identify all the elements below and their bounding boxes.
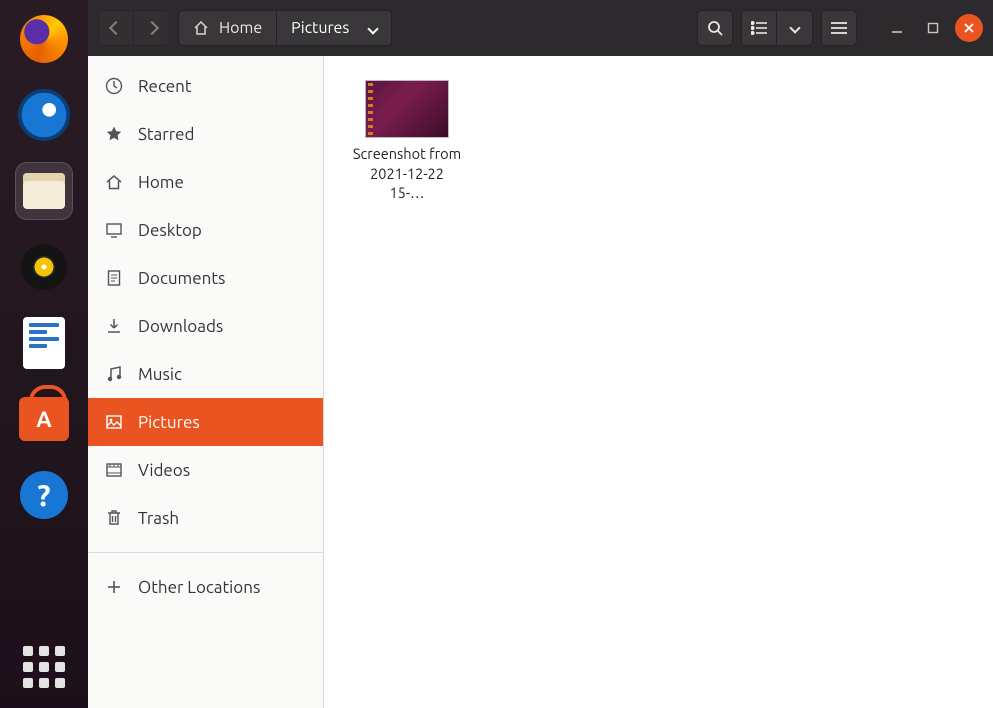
sidebar-item-label: Desktop bbox=[138, 221, 202, 240]
music-icon bbox=[104, 365, 124, 383]
back-button[interactable] bbox=[98, 10, 134, 46]
shopping-bag-icon bbox=[19, 397, 69, 441]
document-icon bbox=[23, 317, 65, 369]
file-item[interactable]: Screenshot from 2021-12-22 15-… bbox=[352, 80, 462, 203]
dock-app-software[interactable] bbox=[15, 390, 73, 448]
breadcrumb-home-label: Home bbox=[219, 19, 262, 37]
star-icon bbox=[104, 125, 124, 143]
sidebar-item-label: Videos bbox=[138, 461, 190, 480]
close-icon bbox=[963, 22, 975, 34]
folder-icon bbox=[23, 173, 65, 209]
sidebar-item-starred[interactable]: Starred bbox=[88, 110, 323, 158]
downloads-icon bbox=[104, 317, 124, 335]
firefox-icon bbox=[20, 15, 68, 63]
sidebar-item-label: Home bbox=[138, 173, 184, 192]
sidebar-item-music[interactable]: Music bbox=[88, 350, 323, 398]
sidebar-item-other-locations[interactable]: Other Locations bbox=[88, 563, 323, 611]
forward-button[interactable] bbox=[134, 10, 170, 46]
sidebar-item-downloads[interactable]: Downloads bbox=[88, 302, 323, 350]
dock-app-files[interactable] bbox=[15, 162, 73, 220]
search-icon bbox=[707, 20, 723, 36]
show-applications-button[interactable] bbox=[23, 646, 65, 688]
question-icon: ? bbox=[20, 471, 68, 519]
videos-icon bbox=[104, 461, 124, 479]
headerbar: Home Pictures bbox=[88, 0, 993, 56]
pictures-icon bbox=[104, 413, 124, 431]
sidebar-item-label: Recent bbox=[138, 77, 192, 96]
chevron-down-icon bbox=[369, 19, 377, 37]
nav-buttons bbox=[98, 10, 170, 46]
dock-app-firefox[interactable] bbox=[15, 10, 73, 68]
speaker-icon bbox=[21, 244, 67, 290]
sidebar-item-recent[interactable]: Recent bbox=[88, 62, 323, 110]
documents-icon bbox=[104, 269, 124, 287]
minimize-icon bbox=[891, 22, 903, 34]
list-icon bbox=[751, 21, 767, 35]
desktop-icon bbox=[104, 221, 124, 239]
sidebar-item-documents[interactable]: Documents bbox=[88, 254, 323, 302]
trash-icon bbox=[104, 509, 124, 527]
breadcrumb-current[interactable]: Pictures bbox=[277, 10, 392, 46]
home-icon bbox=[104, 173, 124, 191]
dock: ? bbox=[0, 0, 88, 708]
thunderbird-icon bbox=[18, 89, 70, 141]
sidebar-item-label: Downloads bbox=[138, 317, 223, 336]
view-mode-buttons bbox=[741, 10, 813, 46]
sidebar-item-desktop[interactable]: Desktop bbox=[88, 206, 323, 254]
sidebar-item-label: Documents bbox=[138, 269, 225, 288]
sidebar-item-label: Trash bbox=[138, 509, 179, 528]
plus-icon bbox=[104, 579, 124, 595]
clock-icon bbox=[104, 77, 124, 95]
files-window: Home Pictures bbox=[88, 0, 993, 708]
sidebar-item-pictures[interactable]: Pictures bbox=[88, 398, 323, 446]
maximize-button[interactable] bbox=[919, 14, 947, 42]
maximize-icon bbox=[927, 22, 939, 34]
dock-app-writer[interactable] bbox=[15, 314, 73, 372]
list-view-button[interactable] bbox=[741, 10, 777, 46]
dock-app-help[interactable]: ? bbox=[15, 466, 73, 524]
sidebar-item-trash[interactable]: Trash bbox=[88, 494, 323, 542]
breadcrumb-current-label: Pictures bbox=[291, 19, 349, 37]
dock-app-rhythmbox[interactable] bbox=[15, 238, 73, 296]
dock-app-thunderbird[interactable] bbox=[15, 86, 73, 144]
breadcrumb: Home Pictures bbox=[178, 10, 392, 46]
file-thumbnail bbox=[365, 80, 449, 138]
search-button[interactable] bbox=[697, 10, 733, 46]
breadcrumb-home[interactable]: Home bbox=[178, 10, 277, 46]
sidebar-item-home[interactable]: Home bbox=[88, 158, 323, 206]
file-view[interactable]: Screenshot from 2021-12-22 15-… bbox=[324, 56, 993, 708]
sidebar-item-label: Starred bbox=[138, 125, 195, 144]
hamburger-icon bbox=[831, 21, 847, 35]
sidebar-separator bbox=[88, 552, 323, 553]
view-options-button[interactable] bbox=[777, 10, 813, 46]
close-button[interactable] bbox=[955, 14, 983, 42]
sidebar-item-label: Pictures bbox=[138, 413, 200, 432]
file-name: Screenshot from 2021-12-22 15-… bbox=[352, 144, 462, 203]
places-sidebar: Recent Starred Home Desktop Documents Do bbox=[88, 56, 324, 708]
sidebar-item-label: Other Locations bbox=[138, 578, 260, 597]
sidebar-item-label: Music bbox=[138, 365, 182, 384]
home-icon bbox=[193, 20, 209, 36]
minimize-button[interactable] bbox=[883, 14, 911, 42]
hamburger-menu-button[interactable] bbox=[821, 10, 857, 46]
sidebar-item-videos[interactable]: Videos bbox=[88, 446, 323, 494]
